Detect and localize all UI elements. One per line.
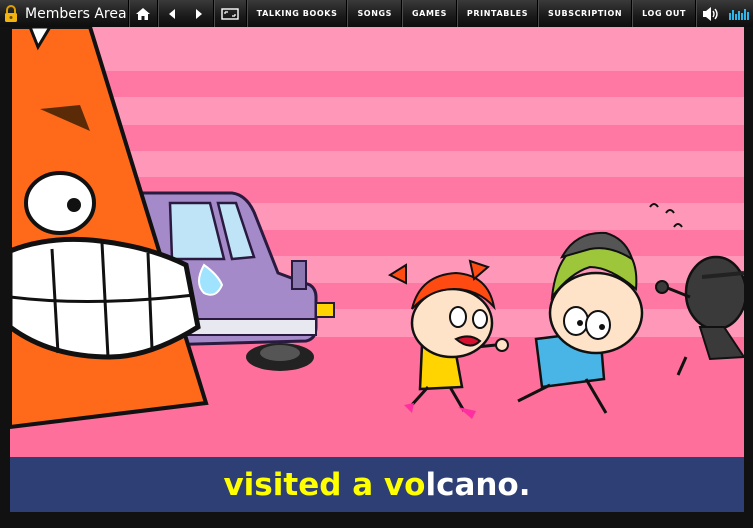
nav-subscription[interactable]: SUBSCRIPTION xyxy=(539,0,631,27)
next-icon[interactable] xyxy=(186,0,213,27)
scene-illustration xyxy=(10,27,744,457)
nav-printables[interactable]: PRINTABLES xyxy=(458,0,537,27)
caption-bar: visited a vo lcano. xyxy=(10,457,744,512)
lock-icon xyxy=(3,4,19,23)
caption-unread-text: lcano. xyxy=(425,466,531,503)
home-icon[interactable] xyxy=(130,0,157,27)
nav-log-out[interactable]: LOG OUT xyxy=(633,0,695,27)
fullscreen-icon[interactable] xyxy=(215,0,246,27)
volume-icon[interactable] xyxy=(697,0,725,27)
caption-read-text: visited a vo xyxy=(223,466,426,503)
top-toolbar: Members Area TALKING BOOKS SONGS GAMES P… xyxy=(0,0,753,27)
nav-games[interactable]: GAMES xyxy=(403,0,456,27)
bottom-border xyxy=(0,512,753,528)
previous-icon[interactable] xyxy=(159,0,186,27)
equalizer-icon[interactable] xyxy=(725,0,753,27)
members-area-title: Members Area xyxy=(25,5,127,22)
nav-talking-books[interactable]: TALKING BOOKS xyxy=(248,0,347,27)
audio-controls xyxy=(697,0,753,27)
nav-songs[interactable]: SONGS xyxy=(348,0,401,27)
animation-stage[interactable] xyxy=(10,27,744,457)
